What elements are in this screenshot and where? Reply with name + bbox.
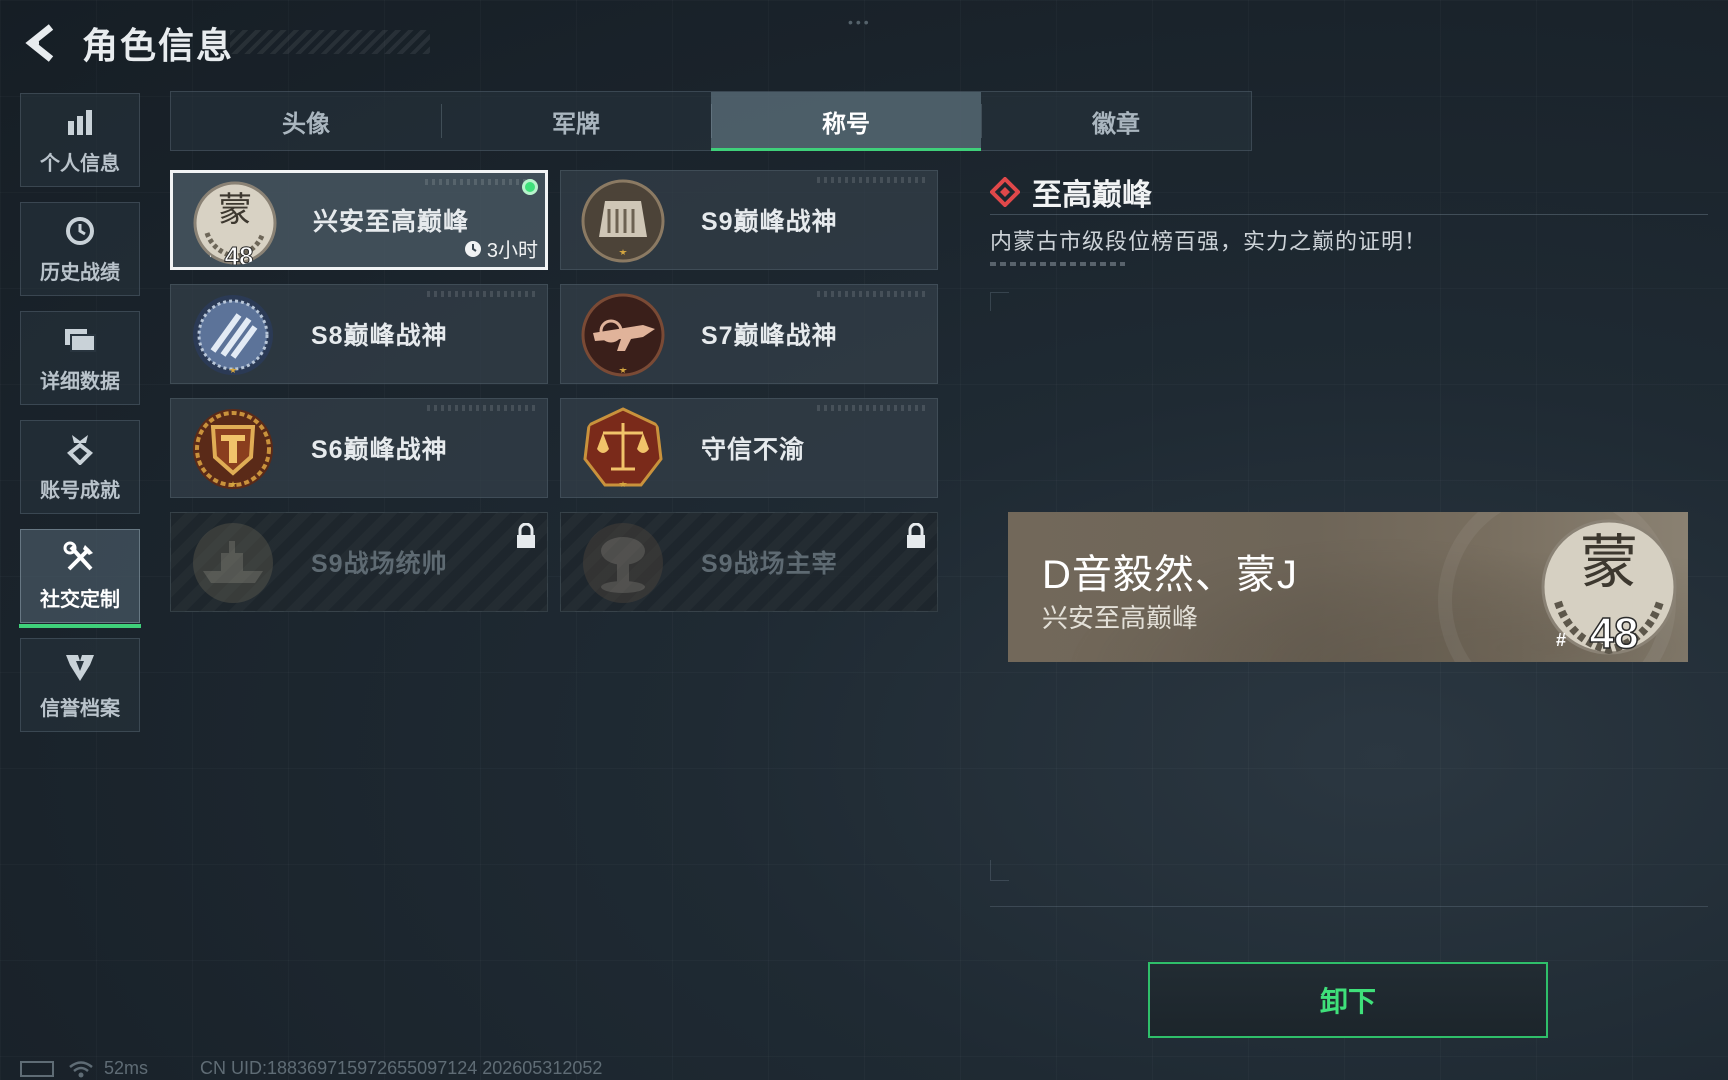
uid-text: CN UID:188369715972655097124 20260531205…	[200, 1058, 603, 1078]
card-decoration	[817, 405, 927, 411]
sidebar-item-social-custom[interactable]: 社交定制	[19, 529, 141, 628]
sidebar-item-label: 社交定制	[40, 588, 120, 611]
title-timer: 3小时	[464, 234, 538, 263]
sidebar-item-details[interactable]: 详细数据	[20, 311, 140, 405]
diamond-icon	[990, 177, 1020, 207]
unequip-button[interactable]: 卸下	[1148, 962, 1548, 1038]
detail-title-name: 至高巅峰	[1032, 179, 1152, 212]
top-handle-dots: •••	[848, 14, 872, 30]
badge-hash: #	[205, 253, 212, 265]
title-hatch-decoration	[230, 30, 430, 54]
tab-title[interactable]: 称号	[711, 92, 981, 151]
tab-avatar[interactable]: 头像	[171, 92, 441, 150]
shield-wing-icon	[63, 650, 97, 684]
meng-48-badge-large-icon: 蒙 # 48	[1541, 519, 1677, 658]
clock-history-icon	[63, 214, 97, 248]
title-card-name: S7巅峰战神	[701, 322, 838, 350]
preview-frame-line	[990, 906, 1708, 908]
back-arrow-icon	[25, 24, 54, 62]
sidebar: 个人信息 历史战绩 详细数据 账号成就 社交定制 信誉档案	[19, 93, 142, 747]
tab-dogtag[interactable]: 军牌	[441, 92, 711, 150]
equipped-indicator	[522, 179, 538, 195]
badge-rank: 48	[225, 241, 254, 265]
sidebar-item-credit[interactable]: 信誉档案	[20, 638, 140, 732]
title-card-name: 兴安至高巅峰	[313, 208, 470, 236]
scales-badge-icon	[583, 407, 663, 487]
title-card-name: S6巅峰战神	[311, 436, 448, 464]
badge-rank: 48	[1590, 609, 1639, 658]
lock-icon	[907, 523, 925, 548]
sidebar-item-personal-info[interactable]: 个人信息	[20, 93, 140, 187]
detail-header: 至高巅峰	[990, 170, 1152, 214]
category-tabs: 头像 军牌 称号 徽章	[170, 91, 1252, 151]
title-card-s9-peak[interactable]: S9巅峰战神	[560, 170, 938, 270]
wifi-icon	[69, 1060, 93, 1077]
battery-icon	[20, 1060, 54, 1077]
title-card-name: S8巅峰战神	[311, 322, 448, 350]
gold-t-badge-icon	[193, 409, 273, 489]
nameplate-title: 兴安至高巅峰	[1042, 603, 1199, 633]
folder-icon	[63, 323, 97, 357]
ping-text: 52ms	[104, 1058, 149, 1078]
tab-badge[interactable]: 徽章	[981, 92, 1251, 150]
tools-icon	[63, 541, 97, 575]
fortress-badge-icon	[581, 179, 665, 263]
title-card-s8-peak[interactable]: S8巅峰战神	[170, 284, 548, 384]
title-card-name: 守信不渝	[701, 436, 806, 464]
header: 角色信息	[20, 18, 430, 68]
badge-hash: #	[1556, 630, 1566, 650]
back-button[interactable]	[20, 22, 62, 64]
title-card-s6-peak[interactable]: S6巅峰战神	[170, 398, 548, 498]
sidebar-item-label: 历史战绩	[40, 261, 120, 284]
nameplate-player-name: D音毅然、蒙J	[1042, 553, 1298, 597]
preview-frame-corner	[990, 292, 1009, 311]
bar-chart-icon	[63, 105, 97, 139]
detail-divider	[990, 214, 1708, 215]
meng-48-badge-icon: 蒙 # 48	[193, 181, 277, 265]
title-card-xingan-peak[interactable]: 蒙 # 48 兴安至高巅峰 3小时	[170, 170, 548, 270]
mushroom-cloud-badge-icon	[583, 523, 663, 603]
detail-description: 内蒙古市级段位榜百强，实力之巅的证明！	[990, 229, 1428, 254]
title-card-name: S9战场主宰	[701, 550, 838, 578]
clock-icon	[464, 240, 481, 257]
nameplate-preview: D音毅然、蒙J 兴安至高巅峰 蒙 # 48	[1008, 512, 1688, 662]
timer-text: 3小时	[486, 240, 538, 262]
sidebar-item-label: 信誉档案	[40, 697, 120, 720]
warship-badge-icon	[193, 523, 273, 603]
title-card-keep-faith[interactable]: 守信不渝	[560, 398, 938, 498]
description-decoration	[990, 262, 1125, 266]
sidebar-item-label: 个人信息	[40, 152, 120, 175]
rifle-badge-icon	[581, 293, 665, 377]
badge-char: 蒙	[218, 190, 252, 230]
title-card-name: S9巅峰战神	[701, 208, 838, 236]
preview-frame-corner	[990, 860, 1009, 881]
medal-icon	[63, 432, 97, 466]
sidebar-item-label: 详细数据	[40, 370, 120, 393]
title-card-s7-peak[interactable]: S7巅峰战神	[560, 284, 938, 384]
title-card-s9-commander[interactable]: S9战场统帅	[170, 512, 548, 612]
page-title: 角色信息	[82, 25, 235, 66]
status-bar: 52ms CN UID:188369715972655097124 202605…	[20, 1058, 602, 1079]
badge-char: 蒙	[1580, 528, 1638, 596]
sidebar-item-history[interactable]: 历史战绩	[20, 202, 140, 296]
title-card-s9-dominator[interactable]: S9战场主宰	[560, 512, 938, 612]
lock-icon	[517, 523, 535, 548]
sidebar-item-achievements[interactable]: 账号成就	[20, 420, 140, 514]
title-card-name: S9战场统帅	[311, 550, 448, 578]
blue-stripes-badge-icon	[193, 295, 273, 375]
sidebar-item-label: 账号成就	[40, 479, 120, 502]
